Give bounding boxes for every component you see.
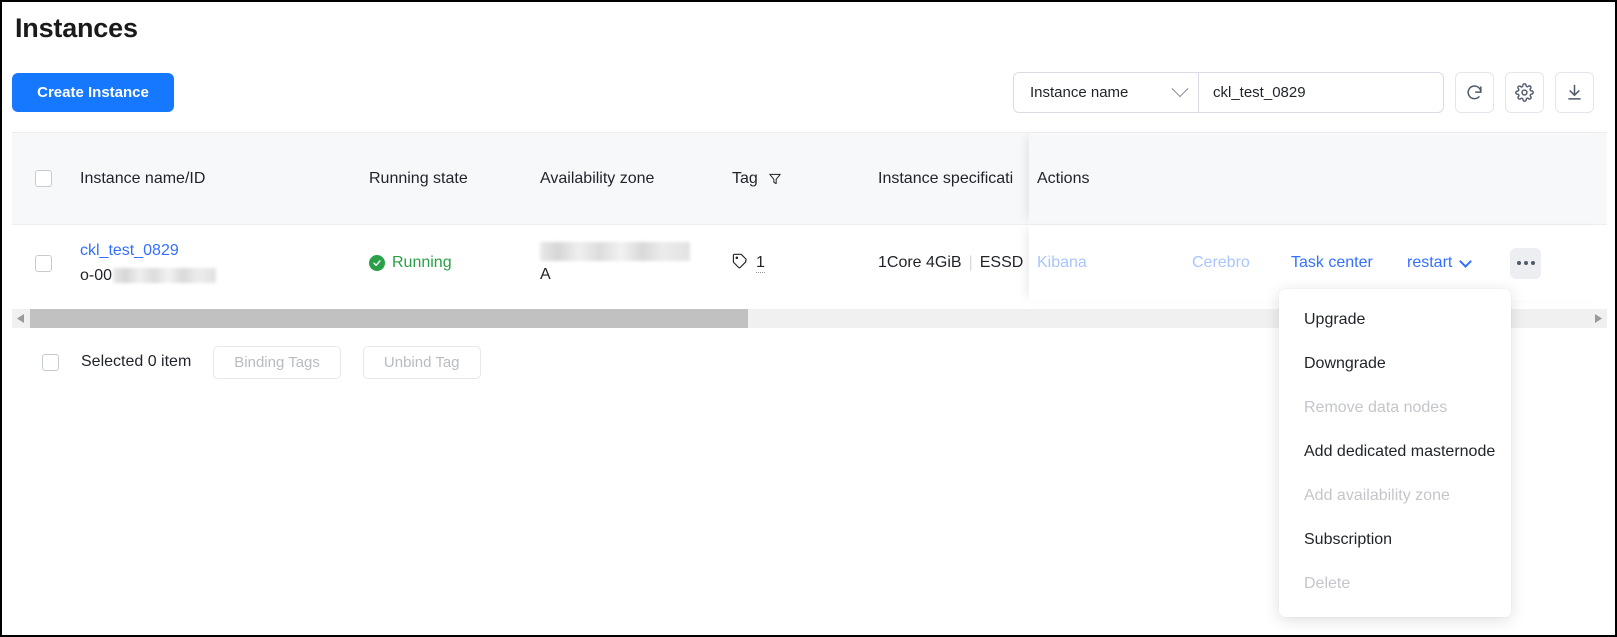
scroll-left-arrow-icon[interactable] xyxy=(12,309,30,328)
column-header-instance-specification: Instance specificati xyxy=(878,169,1014,187)
instances-page: Instances Create Instance Instance name xyxy=(0,0,1617,637)
scroll-right-arrow-icon[interactable] xyxy=(1589,309,1607,328)
menu-item-upgrade[interactable]: Upgrade xyxy=(1279,298,1511,342)
action-restart-link[interactable]: restart xyxy=(1407,254,1452,272)
instance-name-link[interactable]: ckl_test_0829 xyxy=(80,240,179,262)
column-header-actions: Actions xyxy=(1037,169,1090,187)
filter-icon[interactable] xyxy=(768,172,782,186)
search-field-select-value: Instance name xyxy=(1030,84,1129,101)
instance-id: o-00 xyxy=(80,265,217,287)
cell-availability-zone: A xyxy=(540,225,690,301)
menu-item-subscription[interactable]: Subscription xyxy=(1279,518,1511,562)
menu-item-delete: Delete xyxy=(1304,575,1351,592)
select-all-cell xyxy=(35,133,52,224)
spec-separator: | xyxy=(968,254,973,271)
action-task-center-link[interactable]: Task center xyxy=(1291,254,1407,272)
menu-item-add-dedicated-masternode[interactable]: Add dedicated masternode xyxy=(1279,430,1511,474)
settings-button[interactable] xyxy=(1505,72,1544,113)
bulk-select-checkbox[interactable] xyxy=(42,353,59,371)
spec-disk: ESSD xyxy=(979,254,1024,271)
ellipsis-icon xyxy=(1516,261,1521,265)
tag-count[interactable]: 1 xyxy=(756,253,765,273)
table-header-row: Instance name/ID Running state Availabil… xyxy=(12,132,1607,224)
toolbar-search-area: Instance name xyxy=(1013,72,1594,113)
cell-tag: 1 xyxy=(732,225,765,301)
status-badge: Running xyxy=(369,254,452,272)
refresh-icon xyxy=(1465,83,1484,102)
action-cerebro-link[interactable]: Cerebro xyxy=(1192,254,1291,272)
instance-id-prefix: o-00 xyxy=(80,266,113,284)
select-all-checkbox[interactable] xyxy=(35,170,52,187)
search-group: Instance name xyxy=(1013,72,1444,113)
more-actions-button[interactable] xyxy=(1510,247,1542,279)
chevron-down-icon[interactable] xyxy=(1459,254,1473,268)
unbind-tag-button[interactable]: Unbind Tag xyxy=(362,345,481,379)
cell-instance-name-id: ckl_test_0829 o-00 xyxy=(80,225,217,301)
gear-icon xyxy=(1515,83,1534,102)
create-instance-button[interactable]: Create Instance xyxy=(12,73,174,112)
cell-instance-specification: 1Core 4GiB | ESSD xyxy=(878,225,1023,301)
binding-tags-button[interactable]: Binding Tags xyxy=(213,345,341,379)
status-badge-label: Running xyxy=(392,254,452,271)
instance-id-redacted xyxy=(113,268,217,283)
availability-zone-redacted xyxy=(540,241,690,261)
instances-table: Instance name/ID Running state Availabil… xyxy=(12,132,1607,301)
column-header-instance-name: Instance name/ID xyxy=(80,169,206,187)
chevron-down-icon xyxy=(1171,79,1189,97)
cell-running-state: Running xyxy=(369,225,452,301)
page-title: Instances xyxy=(15,13,138,43)
menu-item-remove-data-nodes: Remove data nodes xyxy=(1304,399,1448,416)
spec-cpu: 1Core 4GiB xyxy=(878,254,962,271)
row-select-cell xyxy=(35,225,52,301)
row-checkbox[interactable] xyxy=(35,254,52,272)
availability-zone-suffix: A xyxy=(540,265,551,283)
tag-group: 1 xyxy=(732,253,765,274)
check-circle-icon xyxy=(369,255,385,271)
menu-item-add-availability-zone: Add availability zone xyxy=(1304,487,1450,504)
column-header-availability-zone: Availability zone xyxy=(540,169,655,187)
search-field-select[interactable]: Instance name xyxy=(1013,72,1198,113)
search-input[interactable] xyxy=(1198,72,1444,113)
selected-count-label: Selected 0 item xyxy=(81,353,192,370)
action-kibana-link[interactable]: Kibana xyxy=(1037,254,1192,272)
download-button[interactable] xyxy=(1555,72,1594,113)
actions-dropdown-menu: Upgrade Downgrade Remove data nodes Add … xyxy=(1279,289,1511,617)
column-header-running-state: Running state xyxy=(369,169,468,187)
column-header-tag: Tag xyxy=(732,133,782,224)
menu-item-downgrade[interactable]: Downgrade xyxy=(1279,342,1511,386)
download-icon xyxy=(1565,83,1584,102)
scrollbar-thumb[interactable] xyxy=(30,309,748,328)
tag-icon xyxy=(732,253,748,274)
refresh-button[interactable] xyxy=(1455,72,1494,113)
fixed-column-overlay-header xyxy=(1029,133,1607,224)
